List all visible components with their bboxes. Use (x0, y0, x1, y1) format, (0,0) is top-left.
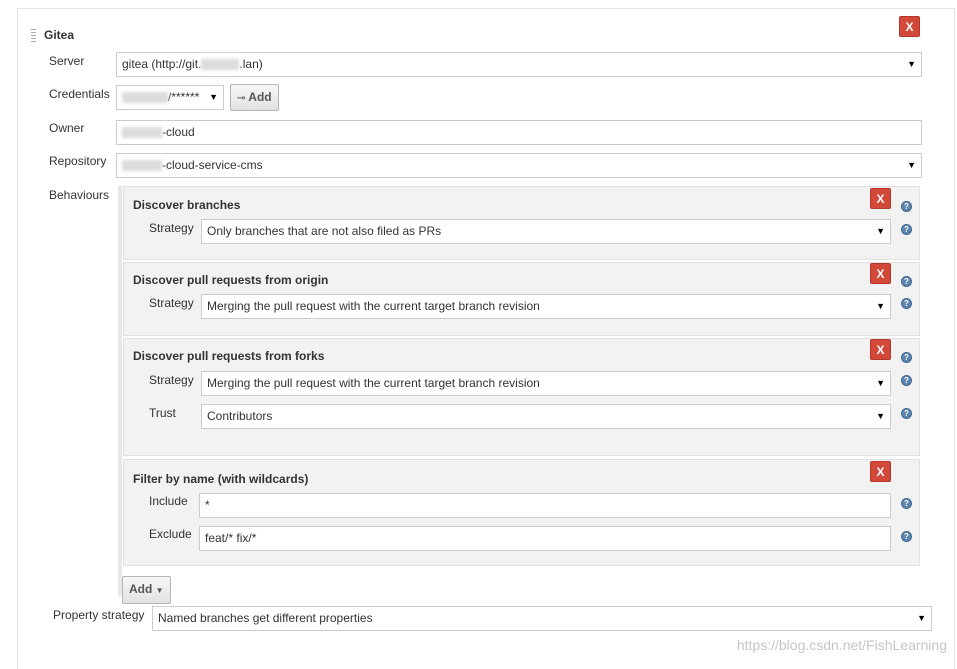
help-icon[interactable]: ? (901, 352, 912, 363)
behaviour-title: Discover pull requests from origin (133, 273, 329, 287)
redacted-text (122, 160, 162, 172)
owner-input[interactable]: -cloud (116, 120, 922, 145)
remove-behaviour-button[interactable]: X (870, 263, 891, 284)
chevron-down-icon: ▼ (209, 92, 218, 102)
add-credentials-label: Add (248, 90, 272, 104)
chevron-down-icon: ▼ (876, 226, 885, 236)
section-title: Gitea (44, 28, 75, 42)
behaviours-label: Behaviours (49, 188, 110, 202)
help-icon[interactable]: ? (901, 408, 912, 419)
redacted-text (122, 127, 162, 139)
help-icon[interactable]: ? (901, 498, 912, 509)
credentials-select[interactable]: /****** ▼ (116, 85, 224, 110)
property-strategy-label: Property strategy (53, 608, 145, 622)
strategy-select[interactable]: Only branches that are not also filed as… (201, 219, 891, 244)
help-icon[interactable]: ? (901, 298, 912, 309)
owner-value: -cloud (162, 125, 195, 139)
property-strategy-select[interactable]: Named branches get different properties … (152, 606, 932, 631)
behaviours-border (118, 186, 122, 596)
server-value-suffix: .lan) (239, 57, 263, 71)
include-value: * (205, 498, 210, 512)
redacted-text (201, 59, 240, 71)
trust-select[interactable]: Contributors ▼ (201, 404, 891, 429)
help-icon[interactable]: ? (901, 224, 912, 235)
repository-value: -cloud-service-cms (162, 158, 263, 172)
caret-down-icon: ▼ (155, 586, 164, 595)
behaviour-filter-by-name: Filter by name (with wildcards) X Includ… (123, 459, 920, 566)
strategy-label: Strategy (149, 373, 194, 387)
add-behaviour-label: Add (129, 582, 153, 596)
strategy-value: Merging the pull request with the curren… (207, 299, 540, 313)
behaviour-title: Filter by name (with wildcards) (133, 472, 309, 486)
server-label: Server (49, 54, 85, 68)
include-label: Include (149, 494, 188, 508)
strategy-select[interactable]: Merging the pull request with the curren… (201, 294, 891, 319)
chevron-down-icon: ▼ (876, 378, 885, 388)
property-strategy-value: Named branches get different properties (158, 611, 373, 625)
remove-behaviour-button[interactable]: X (870, 461, 891, 482)
watermark: https://blog.csdn.net/FishLearning (736, 637, 947, 653)
credentials-label: Credentials (49, 87, 110, 101)
behaviour-discover-branches: Discover branches X ? Strategy Only bran… (123, 186, 920, 260)
chevron-down-icon: ▼ (876, 411, 885, 421)
server-select[interactable]: gitea (http://git. .lan) ▼ (116, 52, 922, 77)
remove-section-button[interactable]: X (899, 16, 920, 37)
behaviours-list: Discover branches X ? Strategy Only bran… (118, 186, 920, 604)
trust-value: Contributors (207, 409, 273, 423)
remove-behaviour-button[interactable]: X (870, 188, 891, 209)
behaviour-title: Discover pull requests from forks (133, 349, 325, 363)
strategy-value: Merging the pull request with the curren… (207, 376, 540, 390)
behaviour-discover-pr-forks: Discover pull requests from forks X ? St… (123, 338, 920, 456)
server-value-prefix: gitea (http://git. (122, 57, 202, 71)
help-icon[interactable]: ? (901, 531, 912, 542)
credentials-value: /****** (168, 90, 200, 104)
help-icon[interactable]: ? (901, 375, 912, 386)
remove-behaviour-button[interactable]: X (870, 339, 891, 360)
repository-select[interactable]: -cloud-service-cms ▼ (116, 153, 922, 178)
strategy-label: Strategy (149, 296, 194, 310)
repository-label: Repository (49, 154, 107, 168)
exclude-label: Exclude (149, 527, 192, 541)
behaviour-title: Discover branches (133, 198, 241, 212)
redacted-text (122, 92, 168, 104)
owner-label: Owner (49, 121, 85, 135)
chevron-down-icon: ▼ (876, 301, 885, 311)
chevron-down-icon: ▼ (917, 613, 926, 623)
add-behaviour-button[interactable]: Add ▼ (122, 576, 171, 604)
key-icon: ⊸ (237, 93, 246, 104)
behaviour-discover-pr-origin: Discover pull requests from origin X ? S… (123, 262, 920, 336)
help-icon[interactable]: ? (901, 276, 912, 287)
drag-handle[interactable] (31, 29, 36, 43)
strategy-label: Strategy (149, 221, 194, 235)
help-icon[interactable]: ? (901, 201, 912, 212)
strategy-select[interactable]: Merging the pull request with the curren… (201, 371, 891, 396)
add-credentials-button[interactable]: ⊸ Add (230, 84, 279, 111)
gitea-section: Gitea X Server gitea (http://git. .lan) ▼… (17, 8, 955, 669)
exclude-value: feat/* fix/* (205, 531, 257, 545)
strategy-value: Only branches that are not also filed as… (207, 224, 442, 238)
chevron-down-icon: ▼ (907, 160, 916, 170)
trust-label: Trust (149, 406, 176, 420)
chevron-down-icon: ▼ (907, 59, 916, 69)
include-input[interactable]: * (199, 493, 891, 518)
exclude-input[interactable]: feat/* fix/* (199, 526, 891, 551)
